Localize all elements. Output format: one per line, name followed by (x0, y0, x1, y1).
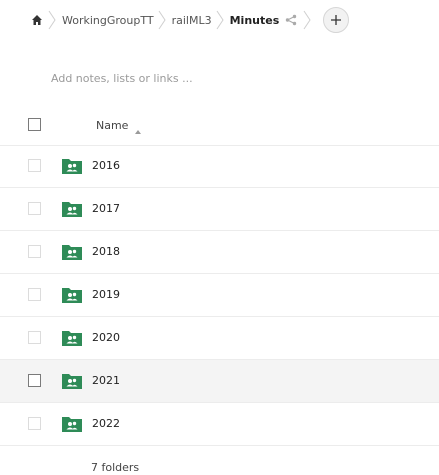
select-all-checkbox[interactable] (28, 118, 41, 131)
table-row[interactable]: 2020 (0, 317, 439, 360)
share-icon[interactable] (285, 13, 299, 27)
sort-ascending-icon (135, 124, 142, 134)
row-checkbox[interactable] (28, 159, 41, 172)
table-row[interactable]: 2018 (0, 231, 439, 274)
breadcrumb-separator (303, 7, 311, 33)
breadcrumb-item-railml3[interactable]: railML3 (172, 14, 212, 27)
shared-folder-icon[interactable] (61, 415, 83, 433)
shared-folder-icon[interactable] (61, 286, 83, 304)
breadcrumb-item-minutes[interactable]: Minutes (230, 14, 280, 27)
plus-icon (331, 15, 342, 25)
folder-count: 7 folders (91, 461, 140, 474)
add-button[interactable] (323, 7, 350, 33)
table-row[interactable]: 2022 (0, 403, 439, 446)
folder-name[interactable]: 2020 (92, 331, 120, 344)
row-checkbox[interactable] (28, 245, 41, 258)
shared-folder-icon[interactable] (61, 200, 83, 218)
folder-list: 2016 2017 2018 2019 2020 2021 2022 (0, 145, 439, 446)
folder-name[interactable]: 2019 (92, 288, 120, 301)
breadcrumb-separator (216, 7, 224, 33)
notes-input[interactable]: Add notes, lists or links ... (51, 72, 193, 85)
table-row[interactable]: 2016 (0, 145, 439, 188)
shared-folder-icon[interactable] (61, 243, 83, 261)
breadcrumb-separator (158, 7, 166, 33)
table-row[interactable]: 2021 (0, 360, 439, 403)
folder-name[interactable]: 2016 (92, 159, 120, 172)
table-row[interactable]: 2017 (0, 188, 439, 231)
home-icon[interactable] (30, 13, 44, 27)
row-checkbox[interactable] (28, 202, 41, 215)
breadcrumb: WorkingGroupTT railML3 Minutes (0, 0, 439, 40)
folder-name[interactable]: 2017 (92, 202, 120, 215)
table-row[interactable]: 2019 (0, 274, 439, 317)
shared-folder-icon[interactable] (61, 372, 83, 390)
row-checkbox[interactable] (28, 288, 41, 301)
row-checkbox[interactable] (28, 374, 41, 387)
row-checkbox[interactable] (28, 331, 41, 344)
column-header-name[interactable]: Name (96, 119, 142, 134)
shared-folder-icon[interactable] (61, 157, 83, 175)
breadcrumb-item-workinggrouptt[interactable]: WorkingGroupTT (62, 14, 154, 27)
breadcrumb-separator (48, 7, 56, 33)
table-header: Name (0, 104, 439, 146)
row-checkbox[interactable] (28, 417, 41, 430)
column-header-name-label: Name (96, 119, 129, 132)
folder-name[interactable]: 2018 (92, 245, 120, 258)
shared-folder-icon[interactable] (61, 329, 83, 347)
folder-name[interactable]: 2021 (92, 374, 120, 387)
folder-name[interactable]: 2022 (92, 417, 120, 430)
